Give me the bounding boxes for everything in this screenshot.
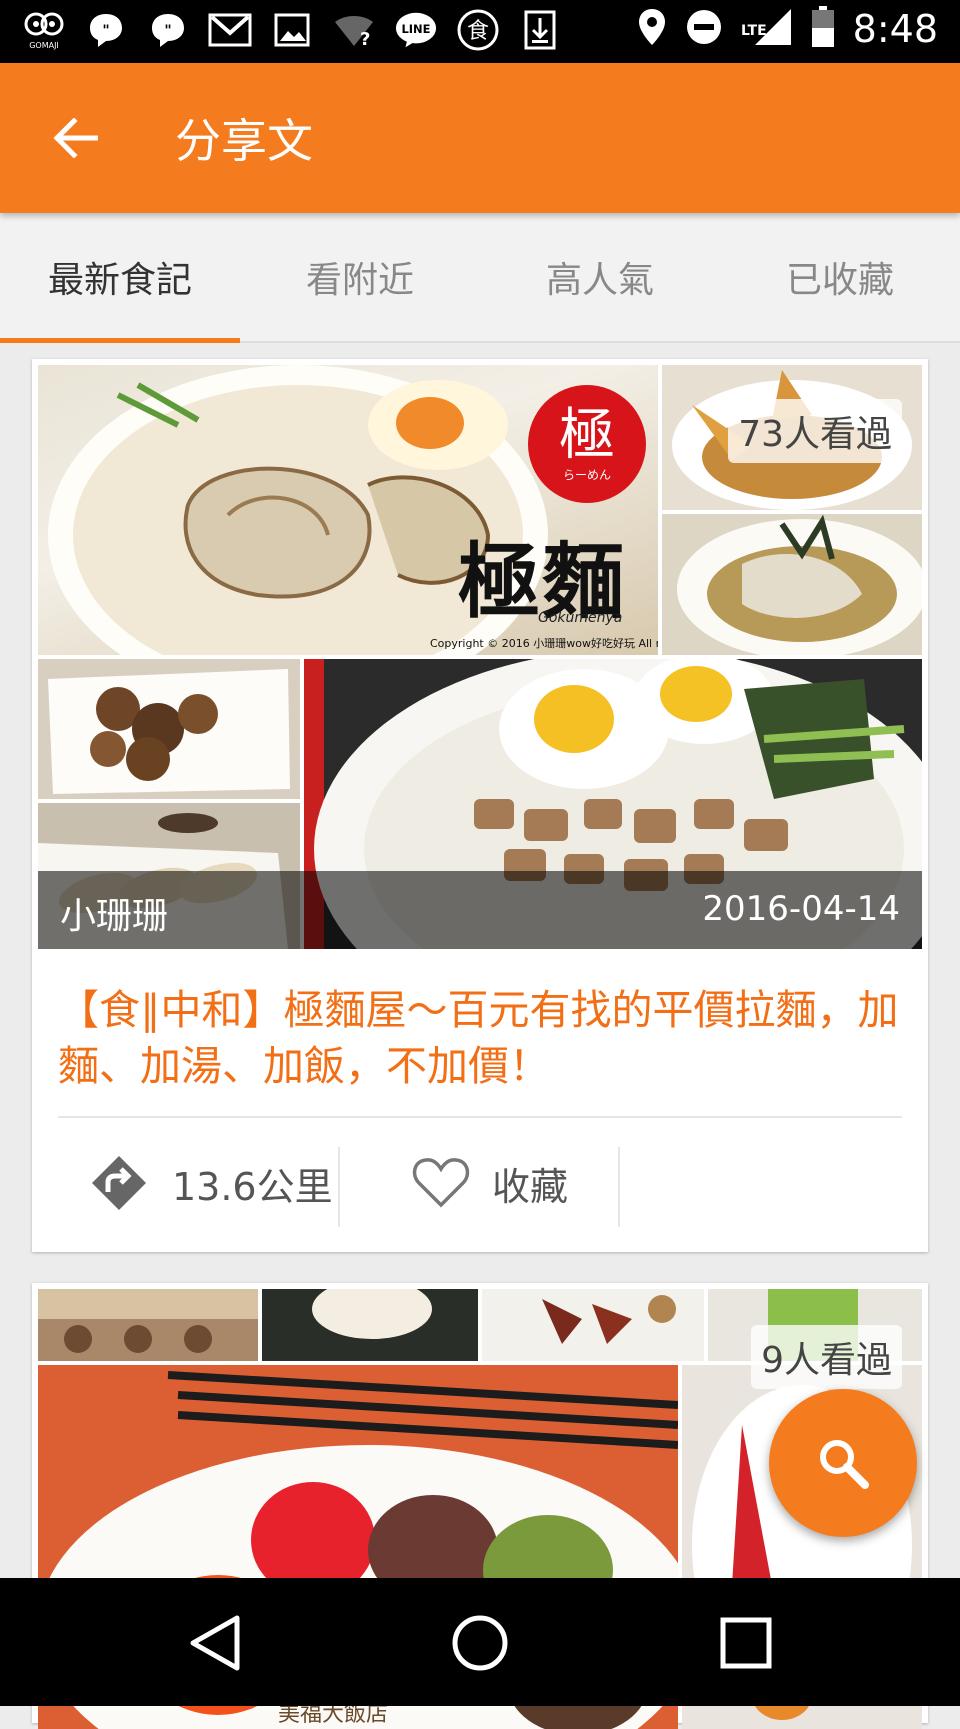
directions-icon [92, 1156, 146, 1210]
distance-label: 13.6公里 [172, 1164, 333, 1209]
tab-saved[interactable]: 已收藏 [720, 213, 960, 341]
image-icon [270, 8, 314, 52]
svg-text:": " [164, 23, 171, 39]
search-fab[interactable] [769, 1389, 917, 1537]
photo-fish [662, 514, 922, 655]
post-title[interactable]: 【食∥中和】極麵屋～百元有找的平價拉麵，加麵、加湯、加飯，不加價！ [58, 982, 908, 1094]
gomaji-icon: GOMAJI [22, 8, 66, 52]
photo-sushi [262, 1289, 478, 1361]
photo-restaurant-interior [38, 1289, 258, 1361]
arrow-back-icon [53, 118, 98, 158]
post-card[interactable]: 極 らーめん 極麵屋 Gokumenya Copyright © 2016 小珊… [32, 359, 928, 1252]
nav-back-button[interactable] [180, 1608, 250, 1678]
tab-latest[interactable]: 最新食記 [0, 213, 240, 341]
search-icon [820, 1440, 869, 1489]
tab-popular[interactable]: 高人氣 [480, 213, 720, 341]
views-badge: 9人看過 [751, 1325, 902, 1389]
triangle-back-icon [190, 1615, 240, 1671]
wifi-unknown-icon: ? [332, 8, 376, 52]
status-bar: GOMAJI " " ? LINE 食 LTE 8:48 [0, 0, 960, 63]
svg-text:GOMAJI: GOMAJI [29, 41, 59, 50]
post-photo-collage[interactable]: 極 らーめん 極麵屋 Gokumenya Copyright © 2016 小珊… [38, 365, 922, 949]
author-name: 小珊珊 [60, 896, 169, 937]
photo-meat [482, 1289, 704, 1361]
system-nav-bar [0, 1578, 960, 1706]
quote-icon: " [146, 8, 190, 52]
post-date: 2016-04-14 [702, 889, 900, 929]
divider [618, 1147, 620, 1227]
nav-recents-button[interactable] [711, 1608, 781, 1678]
photo-fried-chicken [38, 659, 300, 799]
svg-text:食: 食 [467, 19, 489, 44]
views-badge: 73人看過 [728, 399, 902, 463]
nav-home-button[interactable] [445, 1608, 515, 1678]
photo-caption-bar: 小珊珊 2016-04-14 [38, 871, 922, 949]
distance-button[interactable]: 13.6公里 [90, 1143, 333, 1223]
clock: 8:48 [852, 7, 938, 51]
divider [58, 1116, 902, 1118]
do-not-disturb-icon [685, 8, 723, 50]
battery-icon [811, 6, 835, 52]
food-app-icon: 食 [456, 8, 500, 52]
post-actions: 13.6公里 收藏 [32, 1129, 928, 1239]
heart-icon [412, 1158, 470, 1208]
circle-home-icon [452, 1615, 508, 1671]
svg-text:LINE: LINE [401, 22, 430, 36]
app-bar: 分享文 [0, 63, 960, 213]
location-icon [637, 7, 667, 51]
square-recents-icon [720, 1617, 772, 1669]
line-icon: LINE [394, 8, 438, 52]
quote-icon: " [84, 8, 128, 52]
svg-text:?: ? [360, 29, 370, 48]
svg-text:": " [102, 23, 109, 39]
network-type: LTE [740, 23, 767, 39]
divider [338, 1147, 340, 1227]
tab-indicator [0, 338, 240, 343]
back-button[interactable] [40, 103, 110, 173]
tab-nearby[interactable]: 看附近 [240, 213, 480, 341]
photo-ramen: 極 らーめん 極麵屋 Gokumenya Copyright © 2016 小珊… [38, 365, 658, 655]
page-title: 分享文 [175, 114, 313, 168]
favorite-button[interactable]: 收藏 [412, 1143, 568, 1223]
gmail-icon [208, 8, 252, 52]
tab-bar: 最新食記 看附近 高人氣 已收藏 [0, 213, 960, 343]
favorite-label: 收藏 [492, 1164, 569, 1209]
download-icon [518, 8, 562, 52]
